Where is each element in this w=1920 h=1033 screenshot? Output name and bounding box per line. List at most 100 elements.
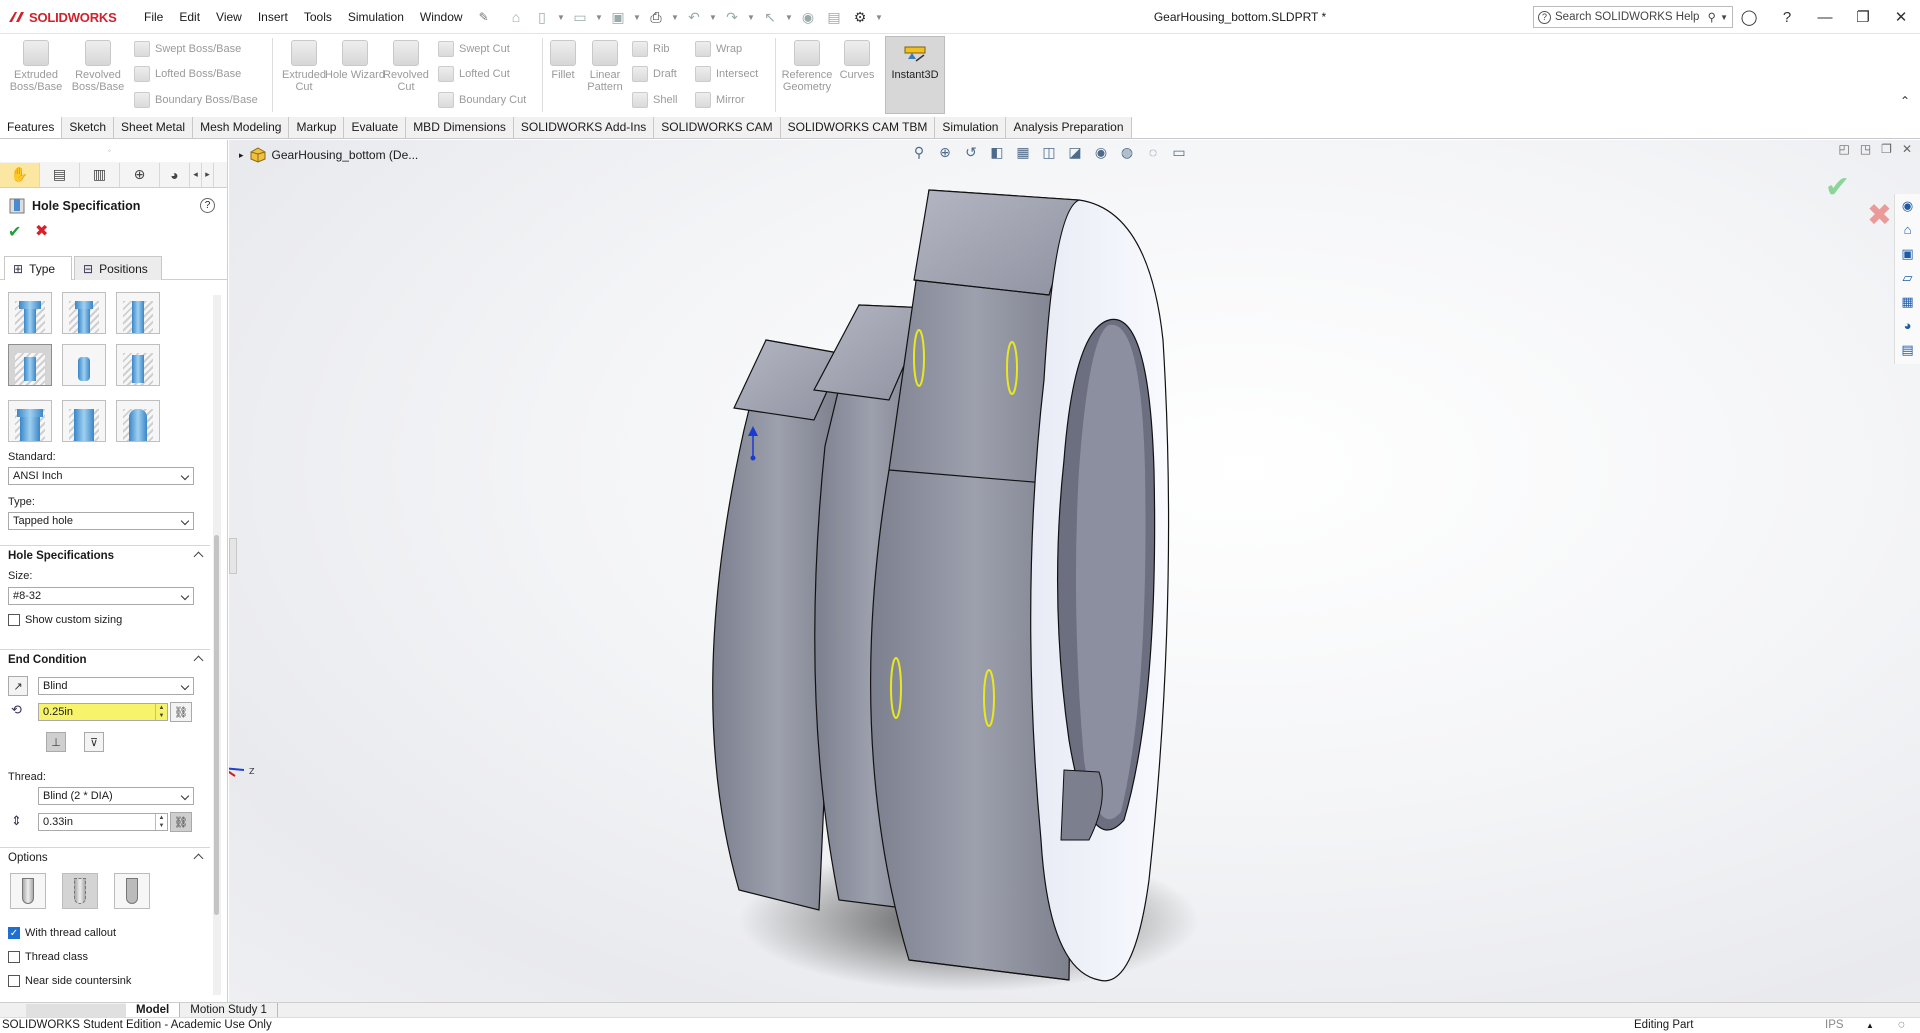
type-select[interactable]: Tapped hole [8, 512, 194, 530]
configuration-manager-tab[interactable]: ▥ [80, 162, 120, 187]
curves-button[interactable]: Curves [832, 38, 882, 81]
graphics-area[interactable]: ▸ GearHousing_bottom (De... ⚲ ⊕ ↺ ◧ ▦ ◫ … [229, 140, 1920, 1002]
tab-analysis-preparation[interactable]: Analysis Preparation [1006, 117, 1132, 138]
intersect-button[interactable]: Intersect [695, 63, 758, 85]
scrollbar-thumb[interactable] [214, 535, 219, 915]
legacy-hole-type[interactable] [116, 344, 160, 386]
instant3d-button[interactable]: Instant3D [885, 36, 945, 114]
options-gear-icon[interactable]: ⚙ [849, 6, 871, 28]
reverse-direction-icon[interactable]: ↗ [8, 676, 28, 696]
link-thread-icon[interactable]: ⛓ [170, 812, 192, 832]
counterbore-hole-type[interactable] [8, 292, 52, 334]
collapse-chevron-icon[interactable] [193, 853, 204, 864]
tab-motion-study-1[interactable]: Motion Study 1 [180, 1003, 278, 1017]
panel-scrollbar[interactable] [213, 295, 221, 995]
tab-type[interactable]: ⊞ Type [4, 256, 72, 280]
collapse-chevron-icon[interactable] [193, 655, 204, 666]
minimize-button[interactable]: — [1806, 9, 1844, 26]
solidworks-resources-icon[interactable]: ◉ [1899, 198, 1917, 216]
boundary-cut-button[interactable]: Boundary Cut [438, 89, 526, 111]
units-dropdown-icon[interactable]: ▲ [1866, 1018, 1874, 1033]
pm-help-icon[interactable]: ? [200, 198, 215, 213]
tab-features[interactable]: Features [0, 117, 63, 138]
menu-file[interactable]: File [136, 10, 171, 24]
menu-edit[interactable]: Edit [171, 10, 208, 24]
view-palette-icon[interactable]: ▱ [1899, 270, 1917, 288]
options-dropdown-icon[interactable]: ▼ [875, 13, 883, 22]
tab-markup[interactable]: Markup [289, 117, 345, 138]
new-document-icon[interactable]: ▯ [531, 6, 553, 28]
feature-manager-tab[interactable]: ✋ [0, 162, 40, 187]
hole-specifications-section[interactable]: Hole Specifications [0, 545, 210, 565]
new-dropdown-icon[interactable]: ▼ [557, 13, 565, 22]
menu-view[interactable]: View [208, 10, 250, 24]
print-dropdown-icon[interactable]: ▼ [671, 13, 679, 22]
color-wheel-icon[interactable]: ◕ [1899, 318, 1917, 336]
menu-window[interactable]: Window [412, 10, 471, 24]
revolved-boss-button[interactable]: Revolved Boss/Base [68, 38, 128, 93]
end-condition-select[interactable]: Blind [38, 677, 194, 695]
tapered-pipe-hole-type[interactable] [62, 344, 106, 386]
countersink-slot-type[interactable] [62, 400, 106, 442]
undo-dropdown-icon[interactable]: ▼ [709, 13, 717, 22]
tab-scroll-left-icon[interactable]: ◂ [190, 162, 202, 187]
tapped-hole-type[interactable] [8, 344, 52, 386]
thread-select[interactable]: Blind (2 * DIA) [38, 787, 194, 805]
tab-simulation[interactable]: Simulation [935, 117, 1007, 138]
select-dropdown-icon[interactable]: ▼ [785, 13, 793, 22]
tip-depth-icon[interactable]: ⊥ [46, 732, 66, 752]
tab-navigation-arrows[interactable] [26, 1003, 126, 1017]
menu-insert[interactable]: Insert [250, 10, 296, 24]
thread-depth-spin-input[interactable]: 0.33in ▲ ▼ [38, 813, 168, 831]
panel-grip-icon[interactable]: ◦ [108, 146, 111, 155]
depth-spin-input[interactable]: 0.25in ▲ ▼ [38, 703, 168, 721]
ok-checkmark-button[interactable]: ✔ [8, 222, 21, 242]
custom-sizing-box[interactable] [8, 614, 20, 626]
search-input[interactable]: Search SOLIDWORKS Help [1555, 11, 1704, 23]
cosmetic-thread-option[interactable] [62, 873, 98, 909]
lofted-cut-button[interactable]: Lofted Cut [438, 63, 510, 85]
print-icon[interactable]: ⎙ [645, 6, 667, 28]
end-condition-section[interactable]: End Condition [0, 649, 210, 669]
tab-mesh-modeling[interactable]: Mesh Modeling [193, 117, 290, 138]
restore-button[interactable]: ❐ [1844, 8, 1882, 26]
revolved-cut-button[interactable]: Revolved Cut [376, 38, 436, 93]
link-dimension-icon[interactable]: ⛓ [170, 702, 192, 722]
redo-dropdown-icon[interactable]: ▼ [747, 13, 755, 22]
tab-mbd-dimensions[interactable]: MBD Dimensions [406, 117, 514, 138]
undo-icon[interactable]: ↶ [683, 6, 705, 28]
user-account-icon[interactable]: ◯ [1730, 8, 1768, 26]
with-thread-callout-checkbox[interactable]: ✓ With thread callout [8, 925, 116, 941]
search-icon[interactable]: ⚲ [1708, 10, 1716, 24]
countersink-hole-type[interactable] [62, 292, 106, 334]
tab-solidworks-cam-tbm[interactable]: SOLIDWORKS CAM TBM [780, 117, 936, 138]
swept-cut-button[interactable]: Swept Cut [438, 38, 510, 60]
thread-class-checkbox[interactable]: Thread class [8, 949, 88, 965]
simple-hole-type[interactable] [116, 292, 160, 334]
home-icon[interactable]: ⌂ [505, 6, 527, 28]
file-explorer-icon[interactable]: ▣ [1899, 246, 1917, 264]
solidworks-logo[interactable]: SOLIDWORKS [8, 8, 117, 26]
appearances-icon[interactable]: ▦ [1899, 294, 1917, 312]
slot-type[interactable] [116, 400, 160, 442]
tab-evaluate[interactable]: Evaluate [344, 117, 407, 138]
thread-depth-spin-arrows-icon[interactable]: ▲ ▼ [155, 814, 167, 830]
file-properties-icon[interactable]: ▤ [823, 6, 845, 28]
thread-callout-box[interactable]: ✓ [8, 927, 20, 939]
gear-housing-model[interactable]: Y Z [229, 140, 1920, 1002]
counterbore-slot-type[interactable] [8, 400, 52, 442]
show-custom-sizing-checkbox[interactable]: Show custom sizing [8, 612, 122, 628]
tab-solidworks-add-ins[interactable]: SOLIDWORKS Add-Ins [513, 117, 655, 138]
tap-drill-diameter-option[interactable] [10, 873, 46, 909]
tab-sketch[interactable]: Sketch [62, 117, 115, 138]
save-icon[interactable]: ▣ [607, 6, 629, 28]
display-manager-tab[interactable]: ◕ [160, 162, 190, 187]
size-select[interactable]: #8-32 [8, 587, 194, 605]
close-button[interactable]: ✕ [1882, 8, 1920, 26]
remove-thread-option[interactable] [114, 873, 150, 909]
tab-positions[interactable]: ⊟ Positions [74, 256, 162, 280]
tab-sheet-metal[interactable]: Sheet Metal [114, 117, 194, 138]
shoulder-depth-icon[interactable]: ⊽ [84, 732, 104, 752]
near-side-countersink-box[interactable] [8, 975, 20, 987]
linear-pattern-button[interactable]: Linear Pattern [575, 38, 635, 93]
